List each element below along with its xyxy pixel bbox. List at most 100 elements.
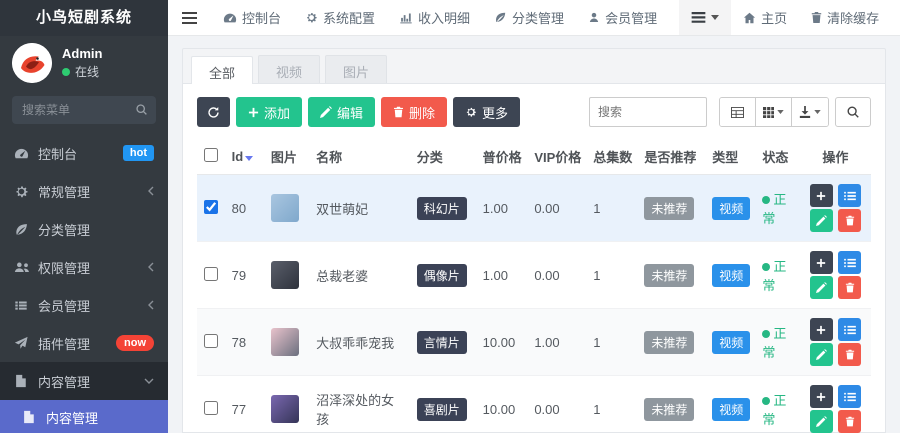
sidebar-subitem-content-active[interactable]: 内容管理 <box>0 400 168 433</box>
expand-row-button[interactable] <box>809 184 833 207</box>
export-icon <box>799 106 811 118</box>
table-row[interactable]: 80 双世萌妃 科幻片 1.00 0.00 1 未推荐 视频 正常 <box>197 174 871 242</box>
fullscreen-button[interactable] <box>891 0 900 35</box>
topbar-item-config[interactable]: 系统配置 <box>293 0 387 35</box>
status-dot-icon <box>762 263 771 271</box>
expand-row-button[interactable] <box>809 385 833 408</box>
edit-button-label: 编辑 <box>337 105 364 121</box>
recommend-badge[interactable]: 未推荐 <box>644 330 695 354</box>
edit-button[interactable]: 编辑 <box>308 97 376 127</box>
topbar-item-label: 清除缓存 <box>827 11 880 26</box>
row-id: 79 <box>225 241 265 309</box>
add-button[interactable]: 添加 <box>236 97 303 127</box>
detail-list-button[interactable] <box>838 385 862 408</box>
table-row[interactable]: 77 沼泽深处的女孩 喜剧片 10.00 0.00 1 未推荐 视频 正常 <box>197 375 871 433</box>
category-badge: 喜剧片 <box>416 397 467 421</box>
column-header-recommend[interactable]: 是否推荐 <box>638 139 707 175</box>
row-vip-price: 0.00 <box>528 174 588 242</box>
users-icon <box>14 261 34 274</box>
topbar-item-income[interactable]: 收入明细 <box>387 0 482 35</box>
row-name: 双世萌妃 <box>310 174 411 242</box>
row-thumbnail[interactable] <box>270 261 299 289</box>
recommend-badge[interactable]: 未推荐 <box>644 397 695 421</box>
topbar-item-member[interactable]: Admin 会员管理 <box>576 0 669 35</box>
column-header-vip-price[interactable]: VIP价格 <box>528 139 588 175</box>
column-header-name[interactable]: 名称 <box>310 139 411 175</box>
table-row[interactable]: 78 大叔乖乖宠我 言情片 10.00 1.00 1 未推荐 视频 正常 <box>197 308 871 376</box>
sidebar-item-console[interactable]: 控制台 hot <box>0 134 168 172</box>
type-badge: 视频 <box>712 196 751 220</box>
tab-all[interactable]: 全部 <box>191 56 254 84</box>
delete-row-button[interactable] <box>838 343 862 366</box>
delete-button[interactable]: 删除 <box>381 97 448 127</box>
row-thumbnail[interactable] <box>270 194 299 222</box>
column-header-episodes[interactable]: 总集数 <box>587 139 639 175</box>
row-checkbox[interactable] <box>204 400 219 415</box>
row-name: 沼泽深处的女孩 <box>310 375 411 433</box>
topbar-home-button[interactable]: 主页 <box>731 0 799 35</box>
topbar-list-dropdown[interactable] <box>679 0 732 35</box>
column-header-category[interactable]: 分类 <box>410 139 477 175</box>
detail-list-button[interactable] <box>838 251 862 274</box>
chevron-left-icon <box>148 300 154 310</box>
refresh-button[interactable] <box>197 97 230 127</box>
recommend-badge[interactable]: 未推荐 <box>644 263 695 287</box>
tab-image[interactable]: 图片 <box>325 55 388 83</box>
expand-row-button[interactable] <box>809 251 833 274</box>
expand-row-button[interactable] <box>809 318 833 341</box>
sidebar-item-permission[interactable]: 权限管理 <box>0 248 168 286</box>
pencil-icon <box>815 282 827 293</box>
trash-icon <box>845 349 854 360</box>
tachometer-icon <box>223 11 237 25</box>
pencil-icon <box>815 215 827 226</box>
column-header-price[interactable]: 普价格 <box>476 139 529 175</box>
recommend-badge[interactable]: 未推荐 <box>644 196 695 220</box>
detail-list-button[interactable] <box>838 184 862 207</box>
sidebar-item-plugin[interactable]: 插件管理 now <box>0 324 168 362</box>
column-header-type[interactable]: 类型 <box>706 139 757 175</box>
tab-video[interactable]: 视频 <box>258 55 321 83</box>
sidebar-item-category[interactable]: 分类管理 <box>0 210 168 248</box>
delete-row-button[interactable] <box>838 209 862 232</box>
table-search-input[interactable] <box>589 97 707 127</box>
topbar-clear-cache-button[interactable]: 清除缓存 <box>799 0 891 35</box>
row-checkbox[interactable] <box>204 199 219 214</box>
sidebar-toggle-button[interactable] <box>168 0 211 35</box>
edit-row-button[interactable] <box>809 276 833 299</box>
type-badge: 视频 <box>712 397 751 421</box>
detail-list-button[interactable] <box>838 318 862 341</box>
edit-row-button[interactable] <box>809 410 833 433</box>
table-view-button-group <box>719 97 829 127</box>
sidebar-item-general[interactable]: 常规管理 <box>0 172 168 210</box>
column-header-id[interactable]: Id <box>225 139 265 175</box>
topbar-item-label: 收入明细 <box>418 11 471 26</box>
type-badge: 视频 <box>712 263 751 287</box>
sidebar-item-label: 控制台 <box>38 146 78 162</box>
more-button[interactable]: 更多 <box>453 97 521 127</box>
bird-logo-icon <box>12 43 52 83</box>
topbar-item-category[interactable]: 分类管理 <box>482 0 576 35</box>
select-all-checkbox[interactable] <box>204 148 219 162</box>
row-thumbnail[interactable] <box>270 328 299 356</box>
table-row[interactable]: 79 总裁老婆 偶像片 1.00 0.00 1 未推荐 视频 正常 <box>197 241 871 309</box>
column-header-operations: 操作 <box>799 139 871 175</box>
delete-row-button[interactable] <box>838 410 862 433</box>
row-thumbnail[interactable] <box>270 395 299 423</box>
row-checkbox[interactable] <box>204 266 219 281</box>
user-avatar <box>12 43 52 83</box>
edit-row-button[interactable] <box>809 209 833 232</box>
sidebar-item-content[interactable]: 内容管理 <box>0 362 168 400</box>
column-header-status[interactable]: 状态 <box>756 139 800 175</box>
form-view-button[interactable] <box>720 98 756 126</box>
leaf-icon <box>494 11 507 24</box>
row-price: 1.00 <box>476 241 529 309</box>
topbar-item-console[interactable]: 控制台 <box>211 0 293 35</box>
export-dropdown-button[interactable] <box>792 98 828 126</box>
columns-dropdown-button[interactable] <box>756 98 792 126</box>
column-header-image[interactable]: 图片 <box>264 139 311 175</box>
row-checkbox[interactable] <box>204 333 219 348</box>
delete-row-button[interactable] <box>838 276 862 299</box>
search-submit-button[interactable] <box>835 97 871 127</box>
edit-row-button[interactable] <box>809 343 833 366</box>
sidebar-item-member[interactable]: 会员管理 <box>0 286 168 324</box>
